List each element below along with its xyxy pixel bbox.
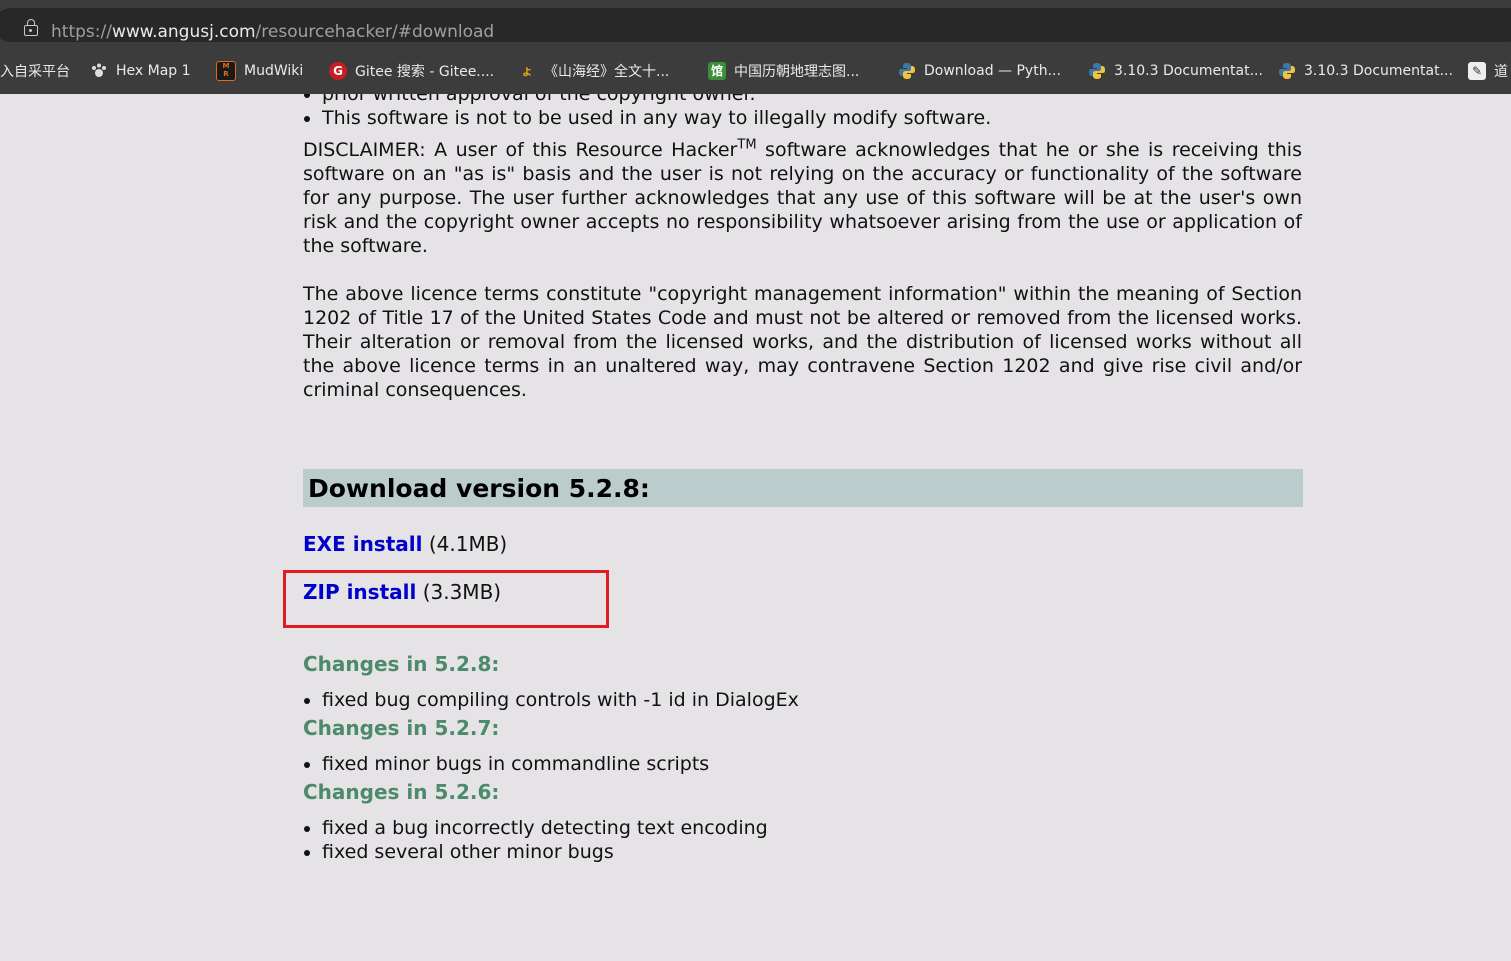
gitee-icon: G [329, 62, 347, 80]
trademark-sup: TM [737, 137, 757, 153]
bookmark-label: 道 [1494, 64, 1508, 80]
change-item: fixed a bug incorrectly detecting text e… [303, 816, 1302, 840]
bookmark-item[interactable]: 入自采平台 [0, 56, 70, 86]
changes-list: fixed bug compiling controls with -1 id … [303, 688, 1302, 712]
bookmark-label: 3.10.3 Documentat... [1304, 63, 1453, 79]
bookmark-label: Download — Pyth... [924, 63, 1061, 79]
exe-download-row: EXE install (4.1MB) [303, 531, 507, 557]
bookmarks-bar: 入自采平台 Hex Map 1 MR MudWiki G Gitee 搜索 - … [0, 56, 1511, 86]
book-icon: ょ [520, 64, 533, 78]
url-text[interactable]: https://www.angusj.com/resourcehacker/#d… [51, 22, 494, 42]
change-item: fixed several other minor bugs [303, 840, 1302, 864]
exe-install-link[interactable]: EXE install [303, 532, 422, 556]
bookmark-item[interactable]: Hex Map 1 [90, 56, 191, 86]
changes-title: Changes in 5.2.6: [303, 780, 500, 804]
change-item: fixed minor bugs in commandline scripts [303, 752, 1302, 776]
changes-title: Changes in 5.2.8: [303, 652, 500, 676]
license-bullet: prior written approval of the copyright … [303, 94, 1302, 106]
library-icon: 馆 [708, 62, 726, 80]
bookmark-label: 《山海经》全文十... [544, 64, 670, 80]
bookmark-label: 中国历朝地理志图... [734, 64, 860, 80]
download-heading: Download version 5.2.8: [303, 469, 1303, 507]
changes-list: fixed minor bugs in commandline scripts [303, 752, 1302, 776]
mud-icon: MR [216, 61, 236, 81]
site-icon: ✎ [1468, 62, 1486, 80]
bookmark-item[interactable]: Download — Pyth... [898, 56, 1061, 86]
page-content: prior written approval of the copyright … [283, 94, 1303, 863]
bookmark-item[interactable]: 3.10.3 Documentat... [1088, 56, 1263, 86]
browser-chrome: https://www.angusj.com/resourcehacker/#d… [0, 0, 1511, 94]
bookmark-item[interactable]: 馆 中国历朝地理志图... [708, 56, 859, 86]
bookmark-label: MudWiki [244, 63, 304, 79]
python-icon [1088, 62, 1106, 80]
python-icon [1278, 62, 1296, 80]
license-bullets: This software is not to be used in any w… [303, 106, 1302, 130]
bookmark-item[interactable]: G Gitee 搜索 - Gitee.... [329, 56, 494, 86]
bookmark-item[interactable]: ✎ 道 [1468, 56, 1508, 86]
python-icon [898, 62, 916, 80]
address-bar[interactable]: https://www.angusj.com/resourcehacker/#d… [0, 8, 1511, 42]
exe-size: (4.1MB) [422, 532, 508, 556]
change-item: fixed bug compiling controls with -1 id … [303, 688, 1302, 712]
changes-list: fixed a bug incorrectly detecting text e… [303, 816, 1302, 864]
license-bullet: This software is not to be used in any w… [303, 106, 1302, 130]
bookmark-label: Hex Map 1 [116, 63, 191, 79]
disclaimer-paragraph: DISCLAIMER: A user of this Resource Hack… [303, 137, 1302, 257]
bookmark-item[interactable]: 3.10.3 Documentat... [1278, 56, 1453, 86]
bookmark-label: 3.10.3 Documentat... [1114, 63, 1263, 79]
changes-title: Changes in 5.2.7: [303, 716, 500, 740]
clipped-bullet: prior written approval of the copyright … [303, 94, 1302, 106]
bookmark-label: 入自采平台 [0, 64, 70, 80]
site-info-icon[interactable] [24, 19, 38, 36]
highlight-box [283, 570, 609, 628]
copyright-paragraph: The above licence terms constitute "copy… [303, 283, 1302, 401]
bookmark-item[interactable]: ょ 《山海经》全文十... [518, 56, 669, 86]
paw-icon [90, 62, 108, 80]
bookmark-label: Gitee 搜索 - Gitee.... [355, 64, 495, 80]
bookmark-item[interactable]: MR MudWiki [216, 56, 303, 86]
